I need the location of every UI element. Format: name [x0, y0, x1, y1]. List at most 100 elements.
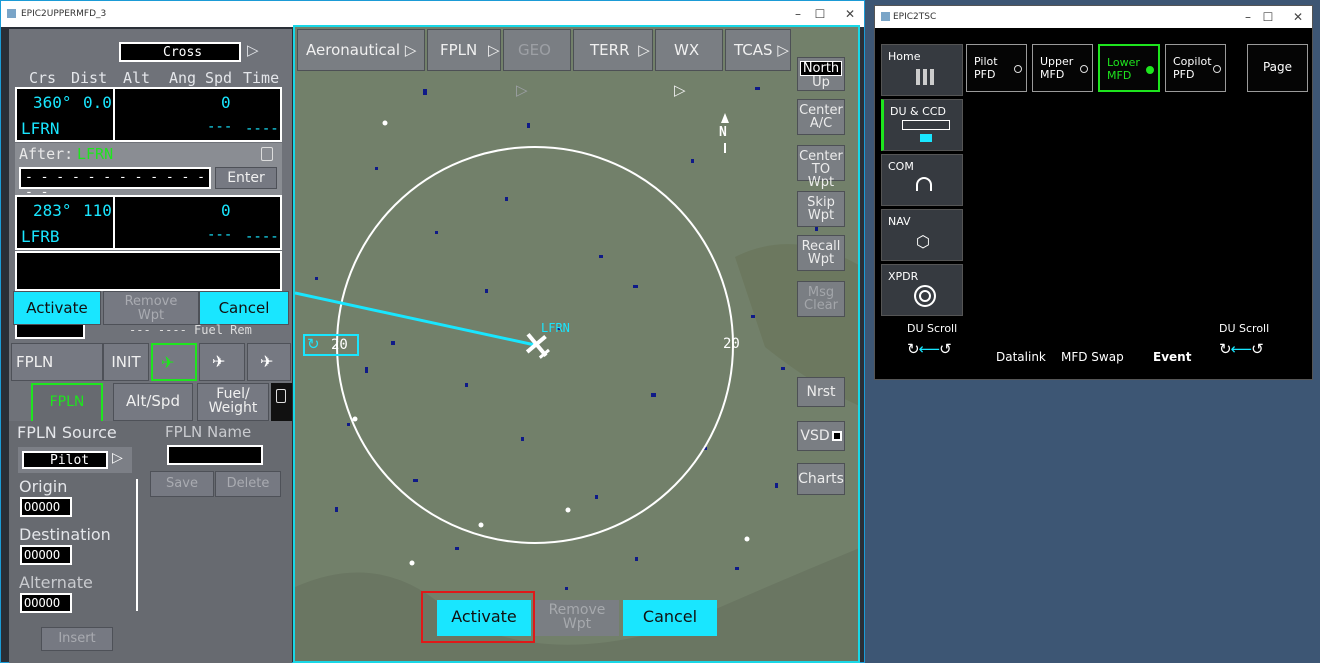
- side-com-button[interactable]: COM: [881, 154, 963, 206]
- fpln-source-select[interactable]: Pilot ▷: [18, 447, 132, 473]
- map-wx-button[interactable]: WX ▷: [655, 29, 723, 99]
- fpln-page: FPLN Source Pilot ▷ FPLN Name Save Delet…: [9, 421, 292, 663]
- leg1-time: ----: [245, 121, 279, 137]
- arrow-right-icon: ▷: [638, 41, 650, 59]
- minimize-button[interactable]: –: [789, 5, 807, 23]
- leg-row-2[interactable]: 283° 110 LFRB 0 --- ----: [15, 195, 282, 250]
- app-icon: [881, 12, 890, 21]
- insert-button[interactable]: Insert: [41, 627, 113, 651]
- enter-button[interactable]: Enter: [215, 167, 277, 189]
- after-entry-field[interactable]: - - - - - - - - - - - - - -: [19, 167, 211, 200]
- fpln-name-label: FPLN Name: [165, 423, 252, 441]
- mfd-titlebar: EPIC2UPPERMFD_3 – ☐ ✕: [1, 1, 864, 27]
- arrow-right-icon: ▷: [516, 81, 528, 99]
- close-button[interactable]: ✕: [1289, 8, 1307, 26]
- copilot-pfd-button[interactable]: Copilot PFD: [1165, 44, 1226, 92]
- header-ang: Ang: [169, 69, 197, 87]
- vsd-button[interactable]: VSD: [797, 421, 845, 451]
- subtab-scroll[interactable]: [271, 383, 292, 421]
- tab-fpln[interactable]: FPLN: [11, 343, 103, 381]
- charts-button[interactable]: Charts: [797, 463, 845, 495]
- upper-mfd-button[interactable]: Upper MFD: [1032, 44, 1093, 92]
- map-aeronautical-button[interactable]: Aeronautical ▷: [297, 29, 425, 71]
- map-cancel-button[interactable]: Cancel: [623, 600, 717, 636]
- header-dist: Dist: [71, 69, 108, 87]
- event-label[interactable]: Event: [1153, 350, 1191, 364]
- north-up-button[interactable]: North Up: [797, 57, 845, 91]
- map-fpln-button[interactable]: FPLN ▷: [427, 29, 501, 71]
- datalink-label[interactable]: Datalink: [996, 350, 1046, 364]
- cross-arrow-icon[interactable]: ▷: [247, 41, 259, 59]
- side-home-button[interactable]: Home: [881, 44, 963, 96]
- center-to-wpt-button[interactable]: Center TO Wpt: [797, 145, 845, 189]
- display-units-icon: [902, 120, 950, 130]
- map-airport-dots: [352, 120, 750, 566]
- fuel-rem-partial: --- ---- Fuel Rem: [129, 323, 252, 337]
- du-scroll-right-control[interactable]: ↻⟵↺: [1219, 340, 1264, 358]
- fms-cancel-button[interactable]: Cancel: [199, 291, 289, 325]
- leg2-angle: 0: [221, 201, 231, 220]
- minimize-button[interactable]: –: [1239, 8, 1257, 26]
- aircraft-ground-icon: ✈: [161, 353, 175, 372]
- side-du-ccd-button[interactable]: DU & CCD: [881, 99, 963, 151]
- subtab-fpln[interactable]: FPLN: [31, 383, 103, 421]
- keypad-icon: [276, 389, 286, 403]
- partial-row-box: [15, 325, 85, 339]
- map-terr-button[interactable]: TERR ▷: [573, 29, 653, 71]
- map-tcas-button[interactable]: TCAS ▷: [725, 29, 791, 71]
- aircraft-descent-icon: ✈: [260, 352, 274, 371]
- source-arrow-icon: ▷: [112, 450, 123, 466]
- destination-field[interactable]: OOOOO: [20, 545, 72, 565]
- subtab-fuel-weight[interactable]: Fuel/ Weight: [197, 383, 269, 421]
- cross-selector[interactable]: Cross: [119, 42, 241, 62]
- map-geo-button[interactable]: GEO ▷: [503, 29, 571, 99]
- subtab-alt-spd[interactable]: Alt/Spd: [113, 383, 193, 421]
- pilot-pfd-button[interactable]: Pilot PFD: [966, 44, 1027, 92]
- north-arrow-icon: [721, 113, 729, 123]
- tab-aircraft-ground[interactable]: ✈: [151, 343, 197, 381]
- maximize-button[interactable]: ☐: [811, 5, 829, 23]
- lower-mfd-button[interactable]: Lower MFD: [1098, 44, 1160, 92]
- msg-clear-button[interactable]: Msg Clear: [797, 281, 845, 317]
- skip-wpt-button[interactable]: Skip Wpt: [797, 191, 845, 227]
- close-button[interactable]: ✕: [841, 5, 859, 23]
- du-scroll-left-control[interactable]: ↻⟵↺: [907, 340, 952, 358]
- maximize-button[interactable]: ☐: [1259, 8, 1277, 26]
- grid-icon: [916, 69, 934, 85]
- scroll-center-icon: ⟵: [918, 340, 940, 358]
- fms-panel: Cross ▷ Crs Dist Alt Ang Spd Time 360° 0…: [9, 29, 292, 421]
- leg-row-1[interactable]: 360° 0.0 LFRN 0 --- ----: [15, 87, 282, 142]
- alternate-field[interactable]: OOOOO: [20, 593, 72, 613]
- north-marker-label: N: [719, 125, 727, 140]
- fms-remove-wpt-button[interactable]: Remove Wpt: [103, 291, 199, 325]
- map-activate-button[interactable]: Activate: [437, 600, 531, 636]
- map-display[interactable]: N LFRN ↻ 20 20 Aeronautical ▷ FPLN ▷ GEO…: [293, 25, 860, 663]
- vsd-checkbox-icon: [831, 431, 842, 441]
- status-dot-icon: [1213, 65, 1221, 73]
- map-water-features: [315, 87, 818, 590]
- tab-init[interactable]: INIT: [103, 343, 149, 381]
- range-left-box[interactable]: ↻ 20: [303, 334, 359, 356]
- side-nav-button[interactable]: NAV ⬡: [881, 209, 963, 261]
- origin-field[interactable]: OOOOO: [20, 497, 72, 517]
- fms-activate-button[interactable]: Activate: [13, 291, 101, 325]
- nrst-button[interactable]: Nrst: [797, 377, 845, 407]
- leg2-time: ----: [245, 229, 279, 245]
- fpln-name-field[interactable]: [167, 445, 263, 465]
- keyboard-icon[interactable]: [261, 147, 273, 161]
- side-xpdr-button[interactable]: XPDR: [881, 264, 963, 316]
- center-ac-button[interactable]: Center A/C: [797, 99, 845, 135]
- mfd-swap-label[interactable]: MFD Swap: [1061, 350, 1124, 364]
- header-spd: Spd: [205, 69, 233, 87]
- map-remove-wpt-button[interactable]: Remove Wpt: [535, 600, 619, 636]
- tab-aircraft-descent[interactable]: ✈: [247, 343, 291, 381]
- after-label: After:: [19, 145, 74, 163]
- empty-leg-row: [15, 251, 282, 291]
- upper-mfd-window: EPIC2UPPERMFD_3 – ☐ ✕ Cross ▷ Crs Dist A…: [0, 0, 865, 663]
- recall-wpt-button[interactable]: Recall Wpt: [797, 235, 845, 271]
- delete-button[interactable]: Delete: [215, 471, 281, 497]
- leg1-angle: 0: [221, 93, 231, 112]
- save-button[interactable]: Save: [150, 471, 214, 497]
- tab-aircraft-cruise[interactable]: ✈: [199, 343, 245, 381]
- page-button[interactable]: Page: [1247, 44, 1308, 92]
